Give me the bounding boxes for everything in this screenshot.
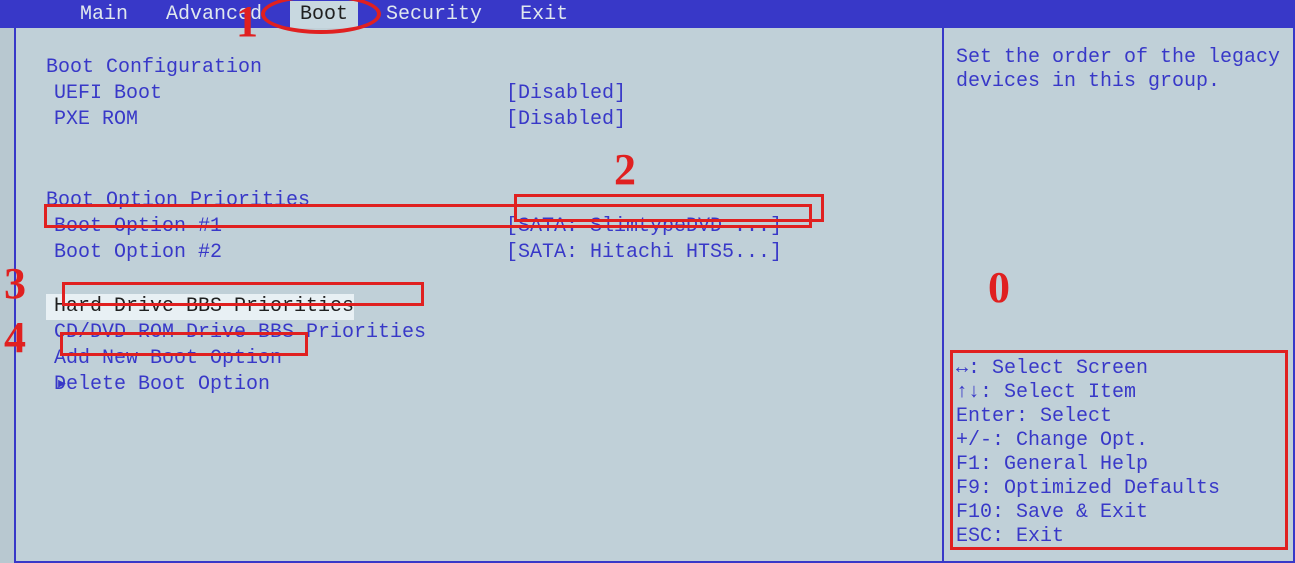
menu-bar: Main Advanced Boot Security Exit [0,0,1295,28]
help-panel: Set the order of the legacy devices in t… [944,28,1295,563]
cd-dvd-bbs-priorities[interactable]: CD/DVD ROM Drive BBS Priorities [46,320,924,346]
boot-option-2-value: [SATA: Hitachi HTS5...] [506,240,782,266]
key-save-exit: F10: Save & Exit [956,501,1281,525]
key-general-help: F1: General Help [956,453,1281,477]
key-optimized-defaults: F9: Optimized Defaults [956,477,1281,501]
add-new-boot-option[interactable]: Add New Boot Option [46,346,924,372]
key-enter: Enter: Select [956,405,1281,429]
key-select-screen: ↔: Select Screen [956,357,1281,381]
boot-option-1-row[interactable]: Boot Option #1 [SATA: SlimtypeDVD ...] [46,214,924,240]
pxe-rom-row[interactable]: PXE ROM [Disabled] [46,107,924,133]
help-description: Set the order of the legacy devices in t… [956,46,1281,94]
boot-option-1-value: [SATA: SlimtypeDVD ...] [506,214,782,240]
uefi-boot-value: [Disabled] [506,81,626,107]
content-area: Boot Configuration UEFI Boot [Disabled] … [0,28,1295,563]
boot-priorities-header: Boot Option Priorities [46,189,924,212]
boot-option-2-row[interactable]: Boot Option #2 [SATA: Hitachi HTS5...] [46,240,924,266]
tab-main[interactable]: Main [70,1,138,28]
uefi-boot-label: UEFI Boot [46,81,506,107]
boot-option-2-label: Boot Option #2 [46,240,506,266]
tab-advanced[interactable]: Advanced [156,1,272,28]
tab-security[interactable]: Security [376,1,492,28]
boot-config-header: Boot Configuration [46,56,924,79]
hdd-bbs-priorities[interactable]: Hard Drive BBS Priorities [46,294,354,320]
main-panel: Boot Configuration UEFI Boot [Disabled] … [14,28,944,563]
pxe-rom-label: PXE ROM [46,107,506,133]
boot-option-1-label: Boot Option #1 [46,214,506,240]
delete-boot-option[interactable]: Delete Boot Option [46,372,924,398]
tab-boot[interactable]: Boot [290,1,358,28]
key-esc-exit: ESC: Exit [956,525,1281,549]
key-help: ↔: Select Screen ↑↓: Select Item Enter: … [956,357,1281,549]
uefi-boot-row[interactable]: UEFI Boot [Disabled] [46,81,924,107]
pxe-rom-value: [Disabled] [506,107,626,133]
key-change-opt: +/-: Change Opt. [956,429,1281,453]
key-select-item: ↑↓: Select Item [956,381,1281,405]
tab-exit[interactable]: Exit [510,1,578,28]
